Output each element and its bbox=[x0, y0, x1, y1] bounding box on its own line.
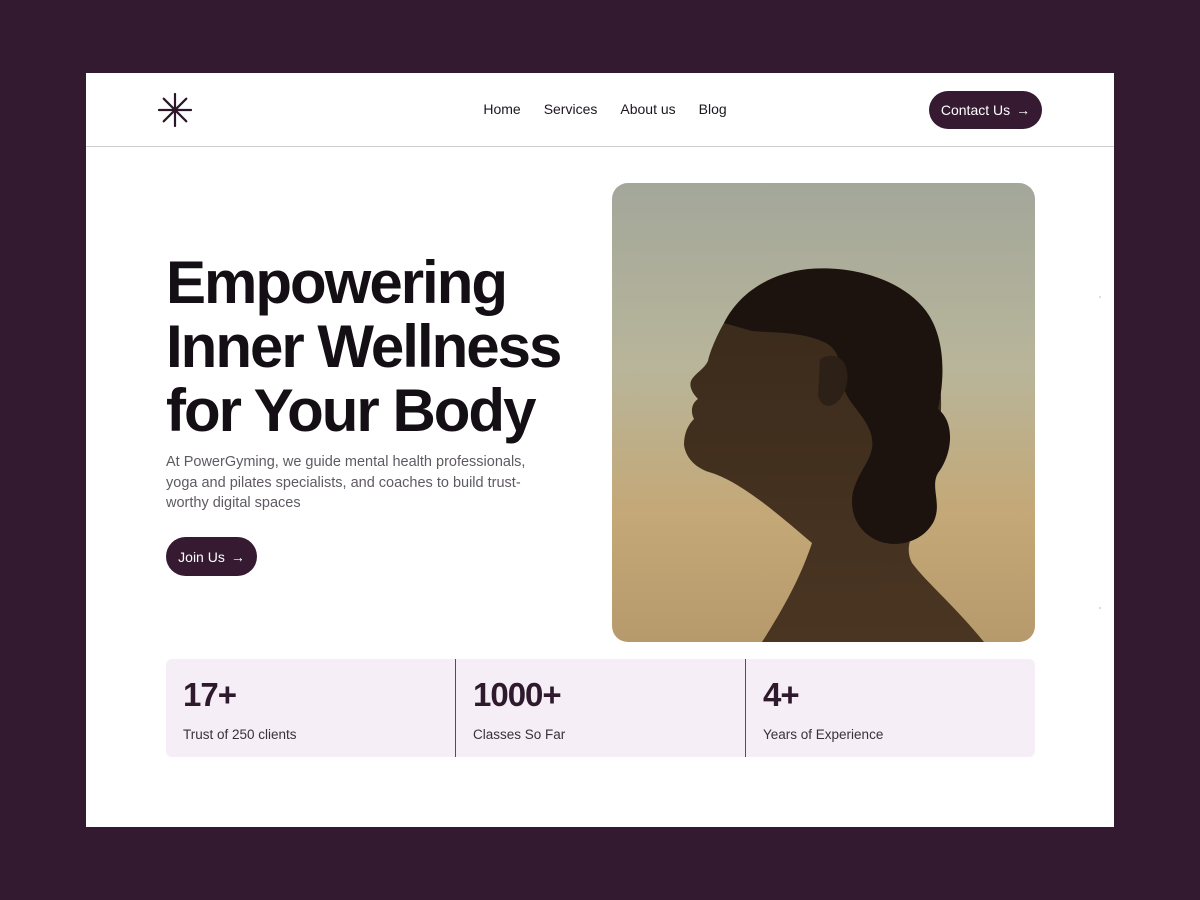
hero-title: Empowering Inner Wellness for Your Body bbox=[166, 251, 606, 443]
arrow-right-icon: → bbox=[230, 548, 245, 565]
nav-about-us[interactable]: About us bbox=[620, 101, 675, 117]
contact-us-button[interactable]: Contact Us → bbox=[929, 91, 1042, 129]
stat-item: 4+ Years of Experience bbox=[745, 659, 1035, 757]
hero-portrait-image bbox=[612, 183, 1035, 642]
join-us-label: Join Us bbox=[178, 548, 225, 565]
join-us-button[interactable]: Join Us → bbox=[166, 537, 257, 576]
stats-bar: 17+ Trust of 250 clients 1000+ Classes S… bbox=[166, 659, 1035, 757]
decorative-dot bbox=[1099, 296, 1101, 298]
contact-us-label: Contact Us bbox=[940, 102, 1011, 118]
site-header: Home Services About us Blog Contact Us → bbox=[86, 73, 1114, 147]
stat-value: 1000+ bbox=[473, 676, 562, 713]
nav-home[interactable]: Home bbox=[483, 101, 520, 117]
hero-description: At PowerGyming, we guide mental health p… bbox=[166, 454, 526, 511]
stat-value: 17+ bbox=[183, 676, 237, 713]
stat-item: 1000+ Classes So Far bbox=[455, 659, 745, 757]
hero-title-line: for Your Body bbox=[166, 377, 536, 444]
nav-blog[interactable]: Blog bbox=[699, 101, 727, 117]
stat-value: 4+ bbox=[763, 676, 800, 713]
stat-label: Trust of 250 clients bbox=[183, 727, 297, 742]
hero-title-line: Inner Wellness bbox=[166, 313, 562, 380]
nav-services[interactable]: Services bbox=[544, 101, 598, 117]
stat-label: Classes So Far bbox=[473, 727, 566, 742]
arrow-right-icon: → bbox=[1016, 102, 1031, 118]
decorative-dot bbox=[1099, 607, 1101, 609]
stat-item: 17+ Trust of 250 clients bbox=[166, 659, 455, 757]
woman-profile-silhouette bbox=[684, 268, 984, 642]
stat-label: Years of Experience bbox=[763, 727, 884, 742]
page-frame: Home Services About us Blog Contact Us →… bbox=[86, 73, 1114, 827]
hero-title-line: Empowering bbox=[166, 249, 508, 316]
